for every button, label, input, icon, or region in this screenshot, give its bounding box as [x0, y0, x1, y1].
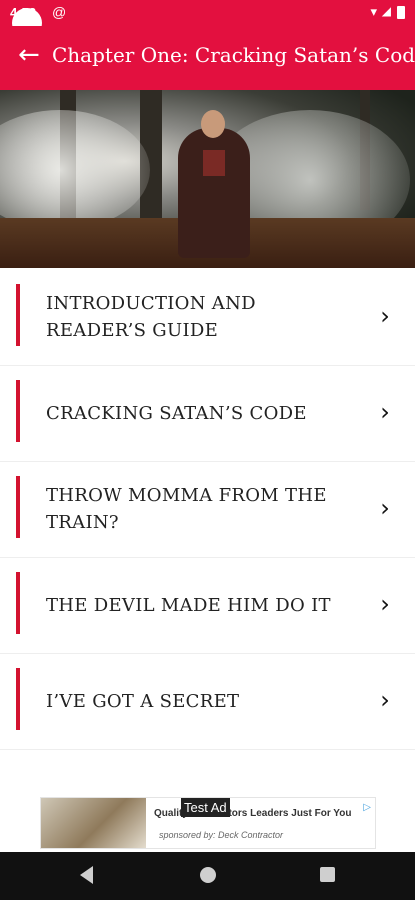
system-nav-bar	[0, 852, 415, 900]
list-item[interactable]: I’VE GOT A SECRET ›	[0, 654, 415, 750]
list-item[interactable]: CRACKING SATAN’S CODE ›	[0, 366, 415, 462]
at-sign-icon: @	[52, 4, 67, 20]
list-item-label: INTRODUCTION AND READER’S GUIDE	[46, 293, 256, 341]
accent-bar	[16, 284, 20, 346]
monk-figure	[178, 128, 250, 258]
list-item-label: THROW MOMMA FROM THE TRAIN?	[46, 485, 327, 533]
test-ad-label: Test Ad	[181, 798, 230, 817]
list-item-label: THE DEVIL MADE HIM DO IT	[46, 594, 331, 616]
nav-back-icon[interactable]	[80, 866, 93, 884]
chevron-right-icon: ›	[380, 494, 390, 522]
list-item-label: I’VE GOT A SECRET	[46, 690, 240, 712]
chevron-right-icon: ›	[380, 398, 390, 426]
battery-icon	[397, 6, 405, 19]
accent-bar	[16, 668, 20, 730]
ad-sponsor: sponsored by: Deck Contractor	[159, 830, 284, 840]
section-list: INTRODUCTION AND READER’S GUIDE › CRACKI…	[0, 270, 415, 750]
nav-home-icon[interactable]	[200, 867, 216, 883]
wifi-icon: ▾	[370, 4, 377, 19]
accent-bar	[16, 380, 20, 442]
accent-bar	[16, 572, 20, 634]
list-item-label: CRACKING SATAN’S CODE	[46, 402, 307, 424]
app-bar: ← Chapter One: Cracking Satan’s Code	[0, 26, 415, 90]
chevron-right-icon: ›	[380, 686, 390, 714]
status-bar: 4:52 @ ▾ ◢	[0, 0, 415, 26]
page-title: Chapter One: Cracking Satan’s Code	[52, 43, 415, 67]
list-item[interactable]: INTRODUCTION AND READER’S GUIDE ›	[0, 270, 415, 366]
signal-icon: ◢	[381, 4, 391, 18]
chevron-right-icon: ›	[380, 302, 390, 330]
list-item[interactable]: THE DEVIL MADE HIM DO IT ›	[0, 558, 415, 654]
back-arrow-icon[interactable]: ←	[18, 40, 48, 70]
list-item[interactable]: THROW MOMMA FROM THE TRAIN? ›	[0, 462, 415, 558]
accent-bar	[16, 476, 20, 538]
adchoices-icon[interactable]: ▷	[363, 802, 371, 813]
nav-recents-icon[interactable]	[320, 867, 335, 882]
chevron-right-icon: ›	[380, 590, 390, 618]
hero-image	[0, 90, 415, 268]
ad-thumbnail	[41, 798, 146, 848]
